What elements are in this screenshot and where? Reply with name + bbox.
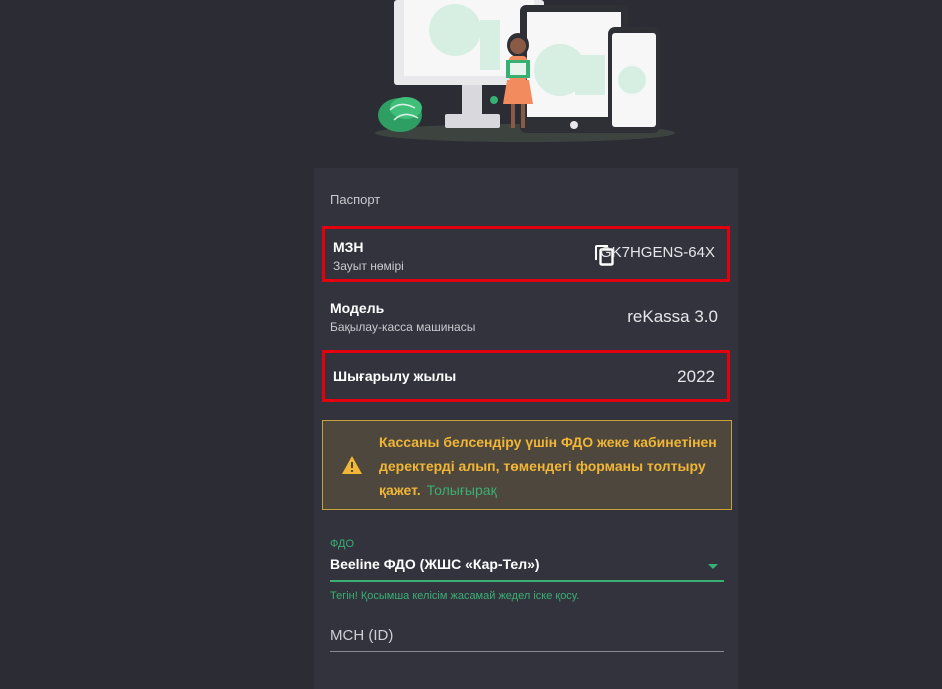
ofd-helper-text: Тегін! Қосымша келісім жасамай жедел іск…: [330, 590, 580, 602]
serial-number-sublabel: Зауыт нөмірі: [333, 259, 404, 273]
year-label: Шығарылу жылы: [333, 368, 457, 384]
devices-illustration: [375, 0, 675, 142]
model-row: Модель Бақылау-касса машинасы reKassa 3.…: [322, 288, 730, 344]
serial-number-row: МЗН Зауыт нөмірі GK7HGENS-64X: [322, 226, 730, 282]
model-label: Модель: [330, 300, 385, 316]
year-value: 2022: [677, 367, 715, 386]
serial-number-value: GK7HGENS-64X: [599, 244, 715, 261]
year-row: Шығарылу жылы 2022: [322, 350, 730, 402]
warning-alert: Кассаны белсендіру үшін ФДО жеке кабинет…: [322, 420, 732, 510]
ofd-select[interactable]: Beeline ФДО (ЖШС «Кар-Тел»): [330, 552, 724, 582]
mch-input[interactable]: [330, 620, 724, 651]
section-title: Паспорт: [330, 192, 381, 207]
chevron-down-icon: [708, 564, 718, 569]
ofd-select-value: Beeline ФДО (ЖШС «Кар-Тел»): [330, 556, 540, 572]
passport-card: Паспорт МЗН Зауыт нөмірі GK7HGENS-64X Мо…: [314, 168, 738, 689]
warning-message: Кассаны белсендіру үшін ФДО жеке кабинет…: [379, 430, 719, 502]
more-link[interactable]: Толығырақ: [427, 482, 497, 498]
model-value: reKassa 3.0: [627, 307, 718, 326]
serial-number-label: МЗН: [333, 239, 364, 255]
ofd-label: ФДО: [330, 538, 355, 550]
warning-icon: [342, 456, 362, 474]
mch-field: [330, 620, 724, 652]
model-sublabel: Бақылау-касса машинасы: [330, 320, 476, 334]
